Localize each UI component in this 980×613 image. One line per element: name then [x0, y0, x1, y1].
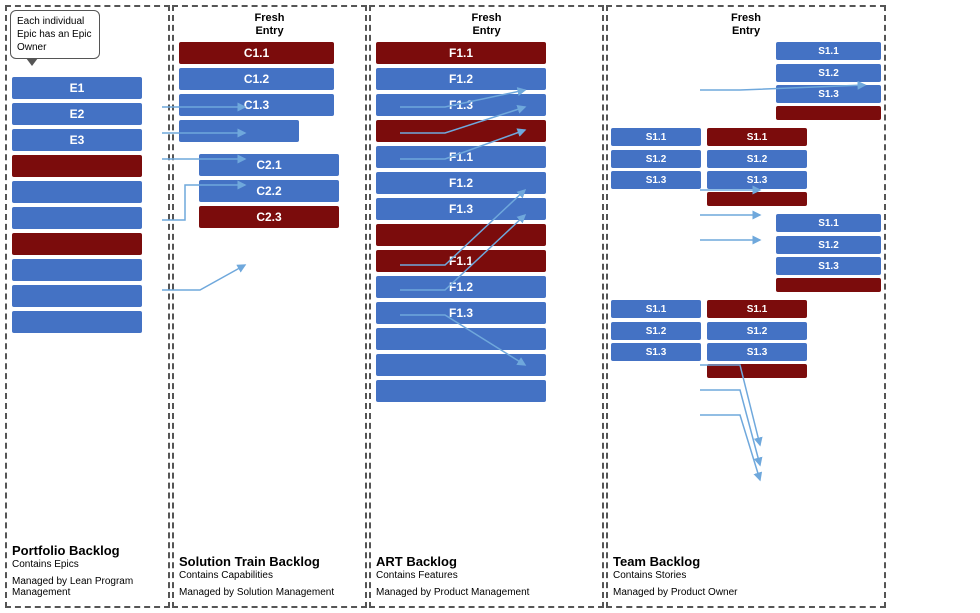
- epic-e3: E3: [12, 129, 142, 151]
- feat-f1-1a: F1.1: [376, 42, 546, 64]
- portfolio-subtitle: Contains Epics: [12, 559, 163, 570]
- story-dark1a: [776, 106, 881, 120]
- main-container: Each individual Epic has an Epic Owner E…: [0, 0, 980, 613]
- team-group4: S1.1 S1.2 S1.3 S1.1 S1.2 S1.3: [611, 300, 881, 382]
- team-column: FreshEntry S1.1 S1.2 S1.3 S1.1 S1.2 S1.3…: [606, 5, 886, 608]
- story-s1-2a: S1.2: [776, 64, 881, 82]
- cap-c2-2: C2.2: [199, 180, 339, 202]
- team-g4-left: S1.1 S1.2 S1.3: [611, 300, 701, 382]
- art-group3: F1.1 F1.2 F1.3: [376, 250, 597, 402]
- cap-blue1: [179, 120, 299, 142]
- story-s1-3d-left: S1.3: [611, 343, 701, 361]
- solution-footer: Solution Train Backlog Contains Capabili…: [179, 550, 360, 598]
- feat-f1-3b: F1.3: [376, 198, 546, 220]
- story-s1-3b-right: S1.3: [707, 171, 807, 189]
- epic-blue8: [12, 311, 142, 333]
- team-group1: S1.1 S1.2 S1.3: [611, 42, 881, 124]
- story-s1-3b-left: S1.3: [611, 171, 701, 189]
- story-s1-3c: S1.3: [776, 257, 881, 275]
- story-s1-1d-right: S1.1: [707, 300, 807, 318]
- feat-f1-2b: F1.2: [376, 172, 546, 194]
- art-subtitle: Contains Features: [376, 570, 597, 581]
- team-g3-bars: S1.1 S1.2 S1.3: [776, 214, 881, 296]
- solution-group1: C1.1 C1.2 C1.3: [179, 42, 360, 142]
- feat-f1-1b: F1.1: [376, 146, 546, 168]
- story-dark3: [776, 278, 881, 292]
- story-s1-1b-right: S1.1: [707, 128, 807, 146]
- story-dark4: [707, 364, 807, 378]
- epic-e1: E1: [12, 77, 142, 99]
- art-managed: Managed by Product Management: [376, 587, 597, 598]
- feat-f1-1c: F1.1: [376, 250, 546, 272]
- epic-dark1: [12, 155, 142, 177]
- feat-f1-2a: F1.2: [376, 68, 546, 90]
- portfolio-title: Portfolio Backlog: [12, 543, 163, 558]
- solution-managed: Managed by Solution Management: [179, 587, 360, 598]
- feat-blue1: [376, 328, 546, 350]
- solution-fresh-entry: FreshEntry: [179, 12, 360, 38]
- epic-blue4: [12, 181, 142, 203]
- team-footer: Team Backlog Contains Stories Managed by…: [613, 550, 879, 598]
- cap-c1-3: C1.3: [179, 94, 334, 116]
- cap-c1-1: C1.1: [179, 42, 334, 64]
- feat-dark1: [376, 120, 546, 142]
- team-fresh-entry: FreshEntry: [611, 12, 881, 38]
- team-title: Team Backlog: [613, 554, 879, 569]
- story-s1-1d-left: S1.1: [611, 300, 701, 318]
- speech-bubble: Each individual Epic has an Epic Owner: [10, 10, 100, 59]
- art-fresh-entry: FreshEntry: [376, 12, 597, 38]
- cap-c2-1: C2.1: [199, 154, 339, 176]
- story-s1-2c: S1.2: [776, 236, 881, 254]
- story-s1-1c: S1.1: [776, 214, 881, 232]
- art-group1: F1.1 F1.2 F1.3: [376, 42, 597, 142]
- cap-c1-2: C1.2: [179, 68, 334, 90]
- story-s1-2b-right: S1.2: [707, 150, 807, 168]
- team-managed: Managed by Product Owner: [613, 587, 879, 598]
- epic-e2: E2: [12, 103, 142, 125]
- team-g1-bars: S1.1 S1.2 S1.3: [776, 42, 881, 124]
- story-s1-1a: S1.1: [776, 42, 881, 60]
- team-subtitle: Contains Stories: [613, 570, 879, 581]
- feat-f1-2c: F1.2: [376, 276, 546, 298]
- feat-blue2: [376, 354, 546, 376]
- team-group3: S1.1 S1.2 S1.3: [611, 214, 881, 296]
- cap-c2-3: C2.3: [199, 206, 339, 228]
- portfolio-footer: Portfolio Backlog Contains Epics Managed…: [12, 539, 163, 598]
- story-s1-1b-left: S1.1: [611, 128, 701, 146]
- art-column: FreshEntry F1.1 F1.2 F1.3 F1.1 F1.2 F1.3…: [369, 5, 604, 608]
- solution-column: FreshEntry C1.1 C1.2 C1.3 C2.1 C2.2 C2.3…: [172, 5, 367, 608]
- epic-dark2: [12, 233, 142, 255]
- story-s1-2d-left: S1.2: [611, 322, 701, 340]
- feat-blue3: [376, 380, 546, 402]
- art-title: ART Backlog: [376, 554, 597, 569]
- epic-blue7: [12, 285, 142, 307]
- team-g2-left: S1.1 S1.2 S1.3: [611, 128, 701, 210]
- portfolio-managed: Managed by Lean Program Management: [12, 576, 163, 598]
- solution-title: Solution Train Backlog: [179, 554, 360, 569]
- feat-dark2: [376, 224, 546, 246]
- epic-blue5: [12, 207, 142, 229]
- story-s1-2b-left: S1.2: [611, 150, 701, 168]
- story-s1-3a: S1.3: [776, 85, 881, 103]
- solution-group2: C2.1 C2.2 C2.3: [199, 154, 360, 228]
- story-s1-2d-right: S1.2: [707, 322, 807, 340]
- art-footer: ART Backlog Contains Features Managed by…: [376, 550, 597, 598]
- solution-subtitle: Contains Capabilities: [179, 570, 360, 581]
- story-dark2b: [707, 192, 807, 206]
- team-group2: S1.1 S1.2 S1.3 S1.1 S1.2 S1.3: [611, 128, 881, 210]
- epic-blue6: [12, 259, 142, 281]
- feat-f1-3a: F1.3: [376, 94, 546, 116]
- portfolio-column: Each individual Epic has an Epic Owner E…: [5, 5, 170, 608]
- feat-f1-3c: F1.3: [376, 302, 546, 324]
- team-g2-right: S1.1 S1.2 S1.3: [707, 128, 807, 210]
- team-g4-right: S1.1 S1.2 S1.3: [707, 300, 807, 382]
- art-group2: F1.1 F1.2 F1.3: [376, 146, 597, 246]
- portfolio-bars: E1 E2 E3: [12, 77, 163, 333]
- story-s1-3d-right: S1.3: [707, 343, 807, 361]
